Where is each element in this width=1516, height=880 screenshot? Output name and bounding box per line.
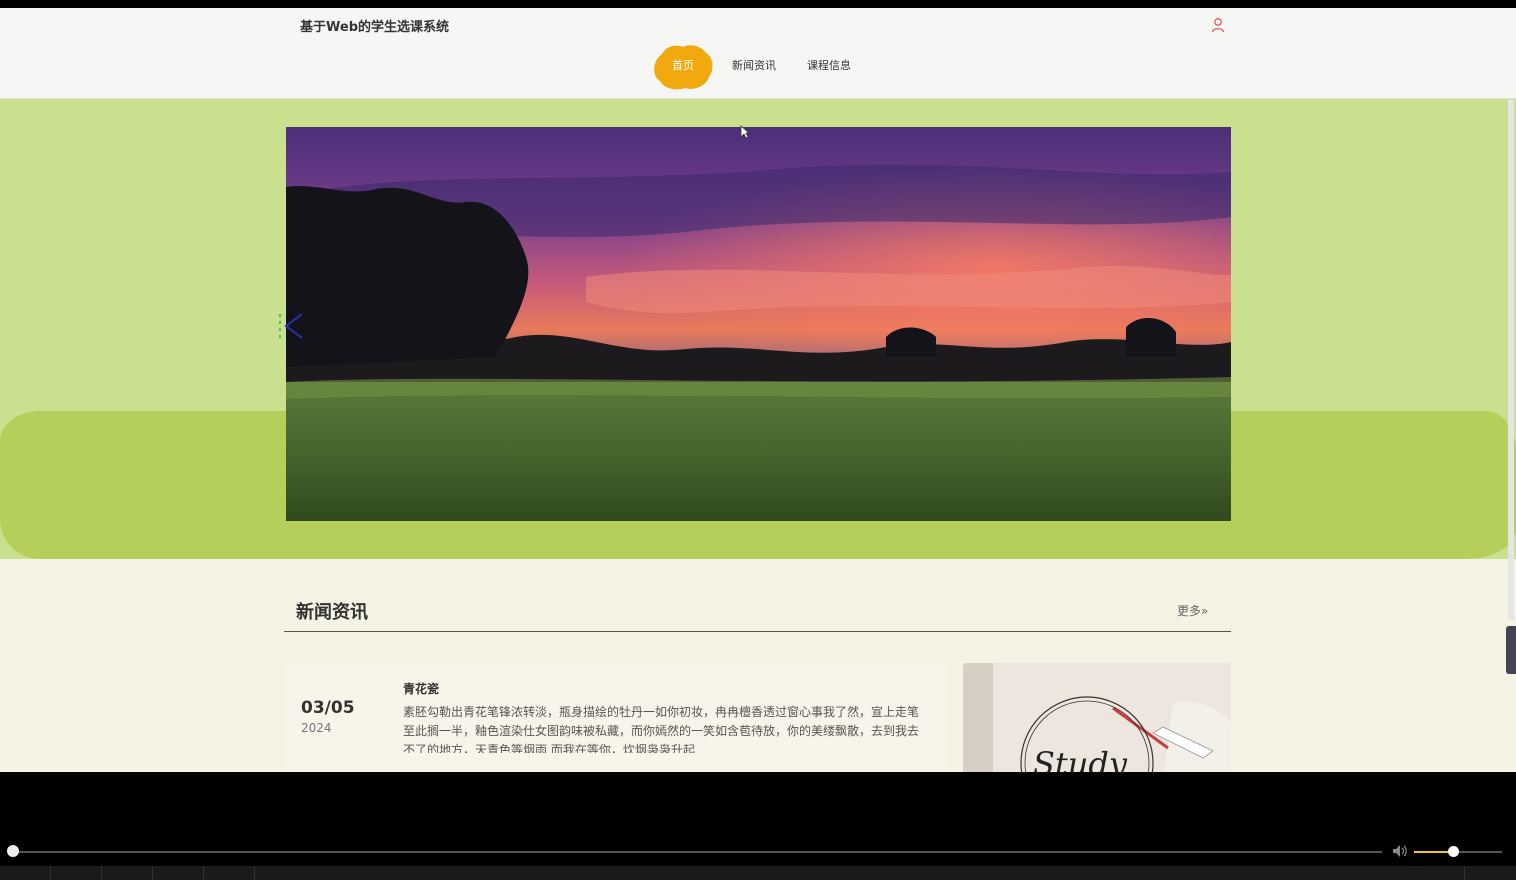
taskbar	[0, 866, 1516, 880]
volume-slider-knob[interactable]	[1448, 846, 1459, 857]
taskbar-divider	[152, 866, 153, 880]
study-image-text: Study	[1033, 745, 1128, 772]
news-section-title: 新闻资讯	[296, 602, 368, 623]
mouse-cursor-icon	[740, 125, 750, 139]
side-feedback-tab[interactable]	[1506, 626, 1516, 674]
video-progress-knob[interactable]	[7, 845, 19, 857]
nav-home-label: 首页	[672, 59, 694, 72]
banner-prev-arrow[interactable]	[272, 310, 312, 342]
site-title: 基于Web的学生选课系统	[300, 20, 449, 35]
taskbar-divider	[1464, 866, 1465, 880]
main-nav: 首页 新闻资讯 课程信息	[0, 44, 1516, 94]
page-scrollbar[interactable]	[1508, 100, 1514, 620]
taskbar-divider	[50, 866, 51, 880]
user-icon[interactable]	[1210, 17, 1226, 33]
news-divider	[284, 631, 1231, 632]
news-more-link[interactable]: 更多»	[1177, 602, 1208, 619]
nav-news[interactable]: 新闻资讯	[732, 44, 776, 88]
video-player-controls	[0, 772, 1516, 880]
browser-page: 基于Web的学生选课系统 首页 新闻资讯 课程信息 新闻资讯 更多» 03/05…	[0, 8, 1516, 772]
news-item-date: 03/05	[301, 698, 355, 718]
news-item-summary: 素胚勾勒出青花笔锋浓转淡，瓶身描绘的牡丹一如你初妆，冉冉檀香透过窗心事我了然，宣…	[403, 705, 920, 753]
study-image-art: Study	[963, 663, 1231, 772]
volume-icon[interactable]	[1392, 844, 1408, 858]
taskbar-divider	[254, 866, 255, 880]
banner-image[interactable]	[286, 127, 1231, 521]
news-item-year: 2024	[301, 721, 332, 735]
taskbar-divider	[203, 866, 204, 880]
nav-course[interactable]: 课程信息	[807, 44, 851, 88]
window-top-bar	[0, 0, 1516, 8]
video-progress-bar[interactable]	[12, 851, 1382, 853]
nav-home[interactable]: 首页	[652, 44, 714, 90]
news-feature-image[interactable]: Study	[963, 663, 1231, 772]
news-item-title[interactable]: 青花瓷	[403, 680, 439, 697]
taskbar-divider	[101, 866, 102, 880]
site-header: 基于Web的学生选课系统 首页 新闻资讯 课程信息	[0, 8, 1516, 99]
